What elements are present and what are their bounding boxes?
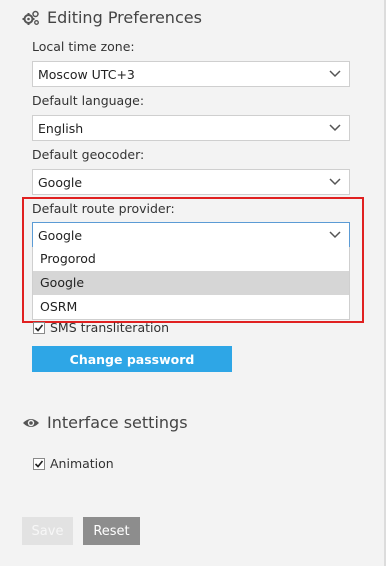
- checkmark-icon: [34, 459, 44, 468]
- animation-row: Animation: [33, 456, 114, 471]
- timezone-value: Moscow UTC+3: [38, 66, 135, 82]
- geocoder-label: Default geocoder:: [32, 147, 145, 162]
- checkmark-icon: [34, 323, 44, 332]
- interface-settings-header: Interface settings: [22, 413, 188, 432]
- save-button[interactable]: Save: [22, 517, 73, 545]
- sms-transliteration-row: SMS transliteration: [33, 320, 169, 335]
- interface-settings-title: Interface settings: [47, 413, 188, 432]
- change-password-button[interactable]: Change password: [32, 346, 232, 372]
- route-option-progorod[interactable]: Progorod: [33, 247, 349, 271]
- language-value: English: [38, 120, 84, 136]
- timezone-label: Local time zone:: [32, 39, 135, 54]
- route-provider-dropdown: Progorod Google OSRM: [32, 247, 350, 320]
- route-option-osrm[interactable]: OSRM: [33, 295, 349, 319]
- chevron-down-icon: [329, 124, 341, 132]
- chevron-down-icon: [329, 178, 341, 186]
- route-provider-value: Google: [38, 227, 83, 243]
- route-option-google[interactable]: Google: [33, 271, 349, 295]
- route-provider-label: Default route provider:: [32, 201, 175, 216]
- editing-preferences-title: Editing Preferences: [47, 8, 202, 27]
- gears-icon: [22, 9, 40, 27]
- sms-transliteration-label: SMS transliteration: [50, 320, 170, 335]
- geocoder-select[interactable]: Google: [32, 169, 350, 195]
- language-label: Default language:: [32, 93, 145, 108]
- chevron-down-icon: [329, 70, 341, 78]
- animation-checkbox[interactable]: [33, 457, 45, 470]
- language-select[interactable]: English: [32, 115, 350, 141]
- geocoder-value: Google: [38, 174, 83, 190]
- chevron-down-icon: [329, 231, 341, 239]
- sms-transliteration-checkbox[interactable]: [33, 321, 45, 334]
- reset-button[interactable]: Reset: [83, 517, 140, 545]
- route-provider-select[interactable]: Google: [32, 222, 350, 248]
- timezone-select[interactable]: Moscow UTC+3: [32, 61, 350, 87]
- animation-label: Animation: [50, 456, 114, 471]
- eye-icon: [22, 414, 40, 432]
- editing-preferences-header: Editing Preferences: [22, 8, 202, 27]
